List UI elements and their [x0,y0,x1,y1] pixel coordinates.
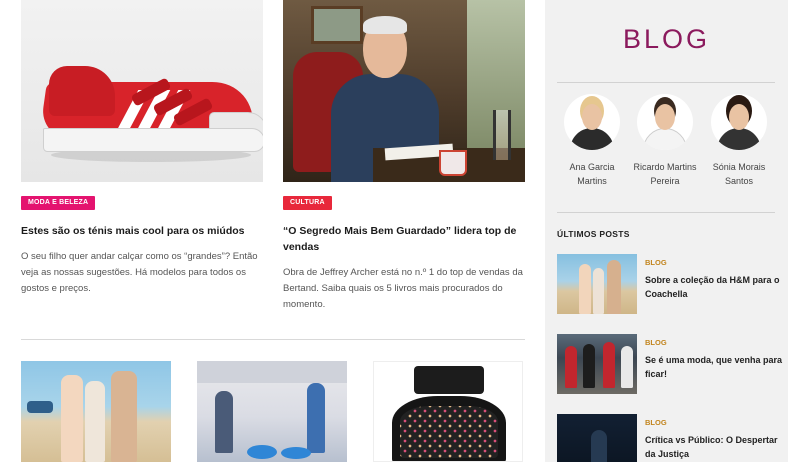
sidebar-divider [557,212,775,213]
hourglass [493,110,511,160]
section-divider [21,339,525,340]
runner [603,342,615,388]
article-image-author[interactable] [283,0,525,182]
author-name[interactable]: Sónia Morais Santos [704,160,774,188]
avatar-face [582,104,602,130]
avatar-face [655,104,675,130]
car [27,401,53,413]
article-card: Moda e Beleza Estes são os ténis mais co… [21,0,263,297]
category-tag[interactable]: Moda e Beleza [21,196,96,210]
avatar [637,94,693,150]
post-category[interactable]: BLOG [645,338,667,347]
runner [621,346,633,388]
article-title[interactable]: Estes são os ténis mais cool para os miú… [21,223,257,239]
wall-picture [311,6,363,44]
person [215,391,233,453]
figure [591,430,607,462]
post-thumbnail[interactable] [557,414,637,462]
article-excerpt: Obra de Jeffrey Archer está no n.º 1 do … [283,267,523,310]
person [85,381,105,462]
latest-posts-heading: ÚLTIMOS POSTS [557,229,630,239]
person [593,268,604,314]
category-tag[interactable]: Cultura [283,196,332,210]
article-image-sneaker[interactable] [21,0,263,182]
man-hair [363,16,407,34]
post-category[interactable]: BLOG [645,258,667,267]
avatar [564,94,620,150]
post-thumbnail[interactable] [557,334,637,394]
avatar-shoulders [717,128,761,150]
author-name[interactable]: Ana Garcia Martins [557,160,627,188]
main-content: Moda e Beleza Estes são os ténis mais co… [0,0,545,462]
post-category[interactable]: BLOG [645,418,667,427]
person [111,371,137,462]
latest-post[interactable]: BLOG Se é uma moda, que venha para ficar… [557,334,787,394]
blog-sidebar: BLOG Ana Garcia Martins Ricardo Martins … [545,0,788,462]
article-card: Cultura “O Segredo Mais Bem Guardado” li… [283,0,525,313]
article-title[interactable]: “O Segredo Mais Bem Guardado” lidera top… [283,223,519,255]
article-image-gym[interactable] [197,361,347,462]
author-ana[interactable]: Ana Garcia Martins [557,94,627,188]
sidebar-divider [557,82,775,83]
post-title[interactable]: Sobre a coleção da H&M para o Coachella [645,273,783,301]
post-title[interactable]: Crítica vs Público: O Despertar da Justi… [645,433,783,461]
avatar [711,94,767,150]
latest-post[interactable]: BLOG Sobre a coleção da H&M para o Coach… [557,254,787,314]
person [607,260,621,314]
author-name[interactable]: Ricardo Martins Pereira [630,160,700,188]
person [61,375,83,462]
post-title[interactable]: Se é uma moda, que venha para ficar! [645,353,783,381]
sneaker-collar [49,66,115,116]
avatar-shoulders [643,128,687,150]
person [307,383,325,453]
balance-ball [247,445,277,459]
ceiling [197,361,347,383]
balance-ball [281,447,311,459]
article-excerpt: O seu filho quer andar calçar como os “g… [21,251,258,294]
avatar-shoulders [570,128,614,150]
avatar-face [729,104,749,130]
author-ricardo[interactable]: Ricardo Martins Pereira [630,94,700,188]
person [579,264,591,314]
article-image-beach[interactable] [21,361,171,462]
blog-title[interactable]: BLOG [545,24,788,55]
palette-lid [414,366,484,394]
palette-shades [400,406,498,458]
post-thumbnail[interactable] [557,254,637,314]
sneaker-sole [43,128,263,152]
runner [583,344,595,388]
cup [439,150,467,176]
author-sonia[interactable]: Sónia Morais Santos [704,94,774,188]
latest-post[interactable]: BLOG Crítica vs Público: O Despertar da … [557,414,787,462]
runner [565,346,577,388]
article-image-makeup[interactable] [373,361,523,462]
